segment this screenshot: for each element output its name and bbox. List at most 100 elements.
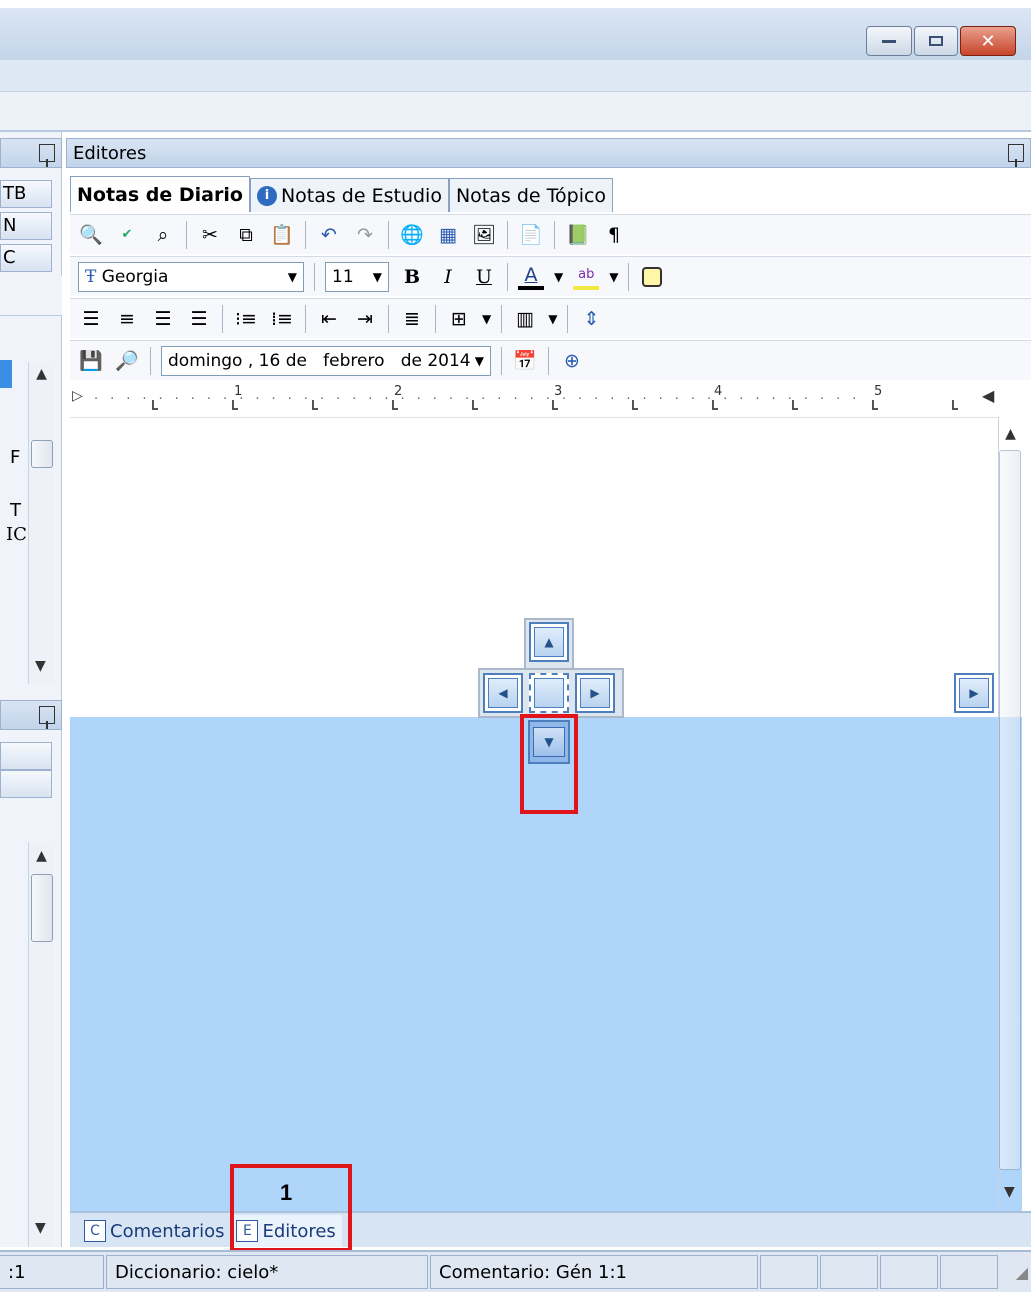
chevron-down-icon[interactable]: ▼ [482, 312, 491, 326]
resize-grip-icon[interactable]: ◢ [998, 1263, 1028, 1282]
italic-button[interactable]: I [435, 264, 461, 290]
numbered-list-icon[interactable]: ⁝≡ [233, 306, 259, 332]
align-center-icon[interactable]: ≡ [114, 306, 140, 332]
pilcrow-icon[interactable]: ¶ [601, 222, 627, 248]
print-preview-icon[interactable]: 🔎 [114, 348, 140, 374]
left-list-text: IC [6, 524, 27, 545]
left-scrollbar-top[interactable]: ▲ ▼ [28, 362, 54, 684]
highlight-box-dock-bottom [520, 714, 578, 814]
font-size-select[interactable]: 11 ▼ [325, 261, 389, 292]
book-icon[interactable]: 📗 [565, 222, 591, 248]
pin-icon[interactable] [1008, 144, 1024, 167]
chevron-down-icon[interactable]: ▼ [554, 270, 563, 284]
chevron-down-icon: ▼ [287, 269, 297, 284]
bottom-tab-strip: C Comentarios E Editores [70, 1211, 1031, 1247]
font-color-button[interactable]: A [518, 264, 544, 290]
find-replace-icon[interactable]: ⌕ [150, 222, 176, 248]
tab-comentarios[interactable]: C Comentarios [78, 1215, 230, 1247]
spellcheck-icon[interactable]: ✔ [114, 222, 140, 248]
ruler-number: 1 [234, 384, 243, 399]
font-size-value: 11 [332, 266, 354, 287]
left-button-4[interactable] [0, 742, 52, 770]
scroll-up-icon[interactable]: ▲ [999, 426, 1022, 442]
left-button-5[interactable] [0, 770, 52, 798]
table-icon[interactable]: ▦ [435, 222, 461, 248]
underline-button[interactable]: U [471, 264, 497, 290]
scroll-thumb[interactable] [31, 440, 53, 468]
scroll-up-icon[interactable]: ▲ [29, 848, 54, 864]
copy-icon[interactable]: ⧉ [233, 222, 259, 248]
left-spacer [0, 276, 62, 316]
scroll-thumb[interactable] [999, 450, 1021, 1170]
note-icon[interactable]: 📄 [518, 222, 544, 248]
highlight-button[interactable]: ab [573, 264, 600, 290]
paste-icon[interactable]: 📋 [269, 222, 295, 248]
minimize-button[interactable] [866, 26, 912, 56]
left-button-1[interactable]: TB [0, 180, 52, 208]
borders-icon[interactable]: ⊞ [446, 306, 472, 332]
left-list-text: F [10, 447, 21, 468]
save-icon[interactable]: 💾 [78, 348, 104, 374]
status-panel [820, 1255, 878, 1289]
chevron-down-icon[interactable]: ▼ [609, 270, 618, 284]
selection-marker [0, 360, 12, 388]
main-toolbar [0, 92, 1031, 132]
align-right-icon[interactable]: ☰ [150, 306, 176, 332]
restore-button[interactable] [914, 26, 958, 56]
increase-indent-icon[interactable]: ⇥ [352, 306, 378, 332]
dock-outer-right-guide[interactable]: ▶ [954, 673, 994, 713]
comment-icon[interactable] [639, 264, 665, 290]
decrease-indent-icon[interactable]: ⇤ [316, 306, 342, 332]
tab-notas-de-estudio[interactable]: i Notas de Estudio [249, 178, 449, 212]
separator [314, 262, 315, 291]
align-left-icon[interactable]: ☰ [78, 306, 104, 332]
bullet-list-icon[interactable]: ⁞≡ [269, 306, 295, 332]
scroll-up-icon[interactable]: ▲ [29, 366, 54, 382]
zoom-icon[interactable]: ⊕ [559, 348, 585, 374]
hyperlink-icon[interactable]: 🌐 [399, 222, 425, 248]
dock-center-guide[interactable] [529, 673, 569, 713]
left-indent-marker[interactable]: ▷ [72, 388, 83, 404]
tab-notas-de-topico[interactable]: Notas de Tópico [448, 178, 614, 212]
columns-icon[interactable]: ▥ [512, 306, 538, 332]
scroll-thumb[interactable] [31, 874, 53, 942]
tab-label: Notas de Diario [77, 183, 243, 206]
pin-icon[interactable] [39, 706, 55, 729]
scroll-down-icon[interactable]: ▼ [1004, 1184, 1015, 1200]
editor-scrollbar[interactable]: ▲ ▼ [998, 418, 1022, 1211]
status-panel [760, 1255, 818, 1289]
justify-icon[interactable]: ☰ [186, 306, 212, 332]
find-icon[interactable]: 🔍 [78, 222, 104, 248]
left-scrollbar-bottom[interactable]: ▲ ▼ [28, 842, 54, 1247]
font-name-select[interactable]: Ŧ Georgia ▼ [78, 261, 304, 292]
date-select[interactable]: domingo , 16 de febrero de 2014 ▼ [161, 345, 491, 376]
dock-left-guide[interactable]: ◀ [483, 673, 523, 713]
scroll-down-icon[interactable]: ▼ [35, 658, 46, 674]
dock-top-guide[interactable]: ▲ [529, 622, 569, 662]
pin-icon[interactable] [39, 144, 55, 167]
tab-notas-de-diario[interactable]: Notas de Diario [70, 176, 250, 212]
calendar-icon[interactable]: 📅 [512, 348, 538, 374]
paragraph-format-icon[interactable]: ≣ [399, 306, 425, 332]
image-icon[interactable]: 🖼 [471, 222, 497, 248]
right-indent-marker[interactable]: ◀ [982, 386, 994, 405]
line-spacing-icon[interactable]: ⇕ [578, 306, 604, 332]
close-button[interactable]: ✕ [960, 26, 1016, 56]
status-dictionary: Diccionario: cielo* [106, 1255, 428, 1289]
redo-icon[interactable]: ↷ [352, 222, 378, 248]
info-icon: i [256, 185, 277, 206]
chevron-down-icon[interactable]: ▼ [548, 312, 557, 326]
bold-button[interactable]: B [399, 264, 425, 290]
ruler-dots: ········································… [94, 392, 869, 407]
cut-icon[interactable]: ✂ [197, 222, 223, 248]
undo-icon[interactable]: ↶ [316, 222, 342, 248]
editor-toolbar-3: ☰ ≡ ☰ ☰ ⁝≡ ⁞≡ ⇤ ⇥ ≣ ⊞ ▼ ▥ ▼ ⇕ [70, 298, 1031, 338]
font-name-value: Georgia [101, 266, 169, 287]
dock-right-guide[interactable]: ▶ [575, 673, 615, 713]
scroll-down-icon[interactable]: ▼ [35, 1220, 46, 1236]
left-button-2[interactable]: N [0, 212, 52, 240]
chevron-down-icon: ▼ [372, 269, 382, 284]
left-button-3[interactable]: C [0, 244, 52, 272]
editors-title: Editores [73, 142, 147, 164]
dock-up-icon: ▲ [534, 627, 564, 657]
